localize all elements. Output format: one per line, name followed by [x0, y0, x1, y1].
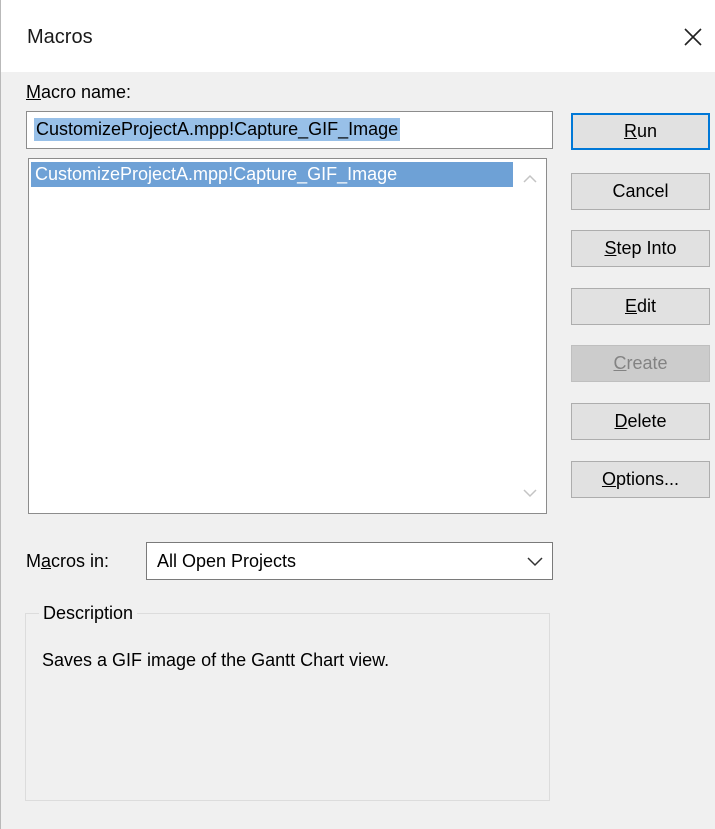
- macros-dialog: Macros Macro name: CustomizeProjectA.mpp…: [0, 0, 715, 829]
- close-button[interactable]: [670, 14, 715, 60]
- macros-in-label: Macros in:: [26, 551, 110, 571]
- chevron-down-icon: [527, 557, 543, 567]
- macro-list[interactable]: CustomizeProjectA.mpp!Capture_GIF_Image: [28, 158, 547, 514]
- dialog-title: Macros: [27, 26, 93, 48]
- description-text: Saves a GIF image of the Gantt Chart vie…: [42, 650, 390, 670]
- macro-name-value: CustomizeProjectA.mpp!Capture_GIF_Image: [34, 118, 401, 141]
- step-into-button[interactable]: Step Into: [571, 230, 710, 267]
- macro-name-label: Macro name:: [26, 82, 132, 102]
- run-button[interactable]: Run: [571, 113, 710, 150]
- title-bar: Macros: [1, 0, 715, 72]
- description-group: [25, 613, 550, 801]
- cancel-button[interactable]: Cancel: [571, 173, 710, 210]
- close-icon: [684, 28, 702, 46]
- list-scrollbar[interactable]: [515, 160, 545, 512]
- macros-in-value: All Open Projects: [157, 551, 297, 571]
- description-legend: Description: [39, 603, 138, 624]
- create-button[interactable]: Create: [571, 345, 710, 382]
- macros-in-select[interactable]: All Open Projects: [146, 542, 553, 580]
- list-item[interactable]: CustomizeProjectA.mpp!Capture_GIF_Image: [31, 162, 513, 187]
- edit-button[interactable]: Edit: [571, 288, 710, 325]
- chevron-down-icon: [523, 489, 537, 498]
- options-button[interactable]: Options...: [571, 461, 710, 498]
- scroll-down-button[interactable]: [515, 478, 545, 508]
- delete-button[interactable]: Delete: [571, 403, 710, 440]
- macro-name-input[interactable]: CustomizeProjectA.mpp!Capture_GIF_Image: [26, 111, 553, 149]
- chevron-up-icon: [523, 174, 537, 183]
- scroll-up-button[interactable]: [515, 164, 545, 194]
